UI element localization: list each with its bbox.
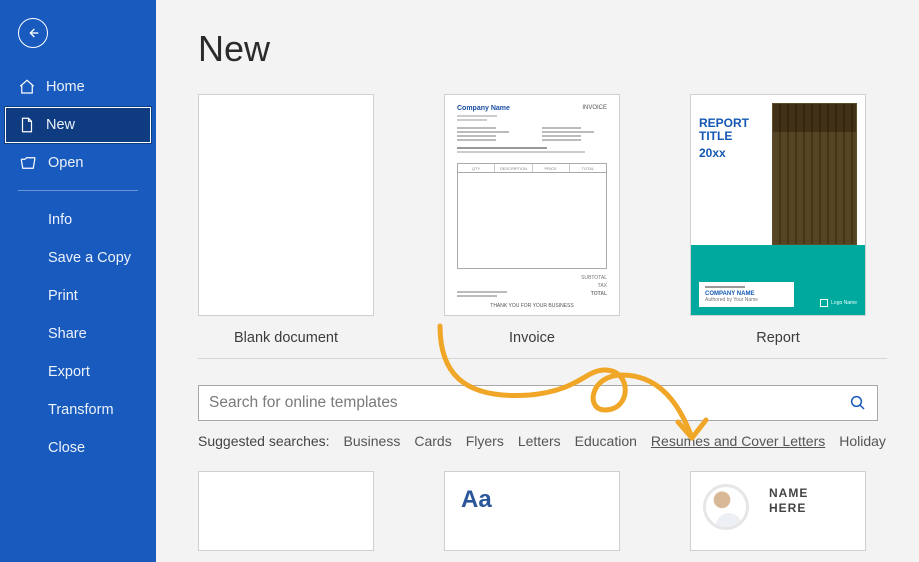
suggest-flyers[interactable]: Flyers — [466, 433, 504, 449]
template-preview[interactable] — [198, 471, 374, 551]
suggest-letters[interactable]: Letters — [518, 433, 561, 449]
template-invoice[interactable]: Company Name INVOICE QTYDESCRIPTIONPRICE… — [444, 94, 620, 346]
nav-label: Home — [46, 79, 85, 95]
nav-save-a-copy[interactable]: Save a Copy — [0, 239, 156, 277]
nav-home[interactable]: Home — [0, 68, 156, 106]
resume-name: NAME HERE — [769, 486, 808, 550]
nav-export[interactable]: Export — [0, 353, 156, 391]
template-preview-font[interactable]: Aa — [444, 471, 620, 551]
template-preview-resume[interactable]: NAME HERE — [690, 471, 866, 551]
nav-print[interactable]: Print — [0, 277, 156, 315]
content-area: New Blank document Company Name INVOICE — [156, 0, 919, 562]
invoice-company: Company Name — [457, 105, 510, 112]
nav-open[interactable]: Open — [0, 144, 156, 182]
nav-transform[interactable]: Transform — [0, 391, 156, 429]
suggest-cards[interactable]: Cards — [414, 433, 451, 449]
folder-open-icon — [18, 154, 38, 172]
arrow-left-icon — [25, 25, 41, 41]
template-row: Blank document Company Name INVOICE — [198, 94, 887, 359]
nav-info[interactable]: Info — [0, 201, 156, 239]
template-caption: Report — [756, 330, 800, 346]
back-button[interactable] — [18, 18, 48, 48]
template-thumb: REPORT TITLE 20xx COMPANY NAME Authored … — [690, 94, 866, 316]
document-icon — [18, 116, 36, 134]
suggest-education[interactable]: Education — [575, 433, 637, 449]
invoice-label: INVOICE — [582, 105, 607, 121]
report-author: Authored by Your Name — [705, 297, 788, 303]
search-icon[interactable] — [849, 394, 867, 412]
search-input[interactable] — [209, 394, 849, 412]
suggest-label: Suggested searches: — [198, 433, 330, 449]
avatar — [703, 484, 749, 530]
nav-label: Open — [48, 155, 83, 171]
template-row-2: Aa NAME HERE — [198, 471, 887, 551]
suggest-business[interactable]: Business — [344, 433, 401, 449]
suggest-holiday[interactable]: Holiday — [839, 433, 886, 449]
template-caption: Invoice — [509, 330, 555, 346]
backstage-sidebar: Home New Open Info Save a Copy Print Sha… — [0, 0, 156, 562]
template-blank-document[interactable]: Blank document — [198, 94, 374, 346]
suggest-resumes-cover-letters[interactable]: Resumes and Cover Letters — [651, 433, 825, 449]
template-report[interactable]: REPORT TITLE 20xx COMPANY NAME Authored … — [690, 94, 866, 346]
report-title2: 20xx — [699, 147, 766, 160]
template-search[interactable] — [198, 385, 878, 421]
template-thumb: Company Name INVOICE QTYDESCRIPTIONPRICE… — [444, 94, 620, 316]
template-thumb — [198, 94, 374, 316]
report-title1: REPORT TITLE — [699, 117, 766, 143]
nav-close[interactable]: Close — [0, 429, 156, 467]
template-caption: Blank document — [234, 330, 338, 346]
building-image — [772, 103, 857, 245]
nav-share[interactable]: Share — [0, 315, 156, 353]
logo-name: Logo Name — [831, 300, 857, 306]
nav-label: New — [46, 117, 75, 133]
suggested-searches: Suggested searches: Business Cards Flyer… — [198, 433, 887, 449]
page-title: New — [198, 28, 887, 70]
nav-new[interactable]: New — [4, 106, 152, 144]
sidebar-divider — [18, 190, 138, 191]
home-icon — [18, 78, 36, 96]
